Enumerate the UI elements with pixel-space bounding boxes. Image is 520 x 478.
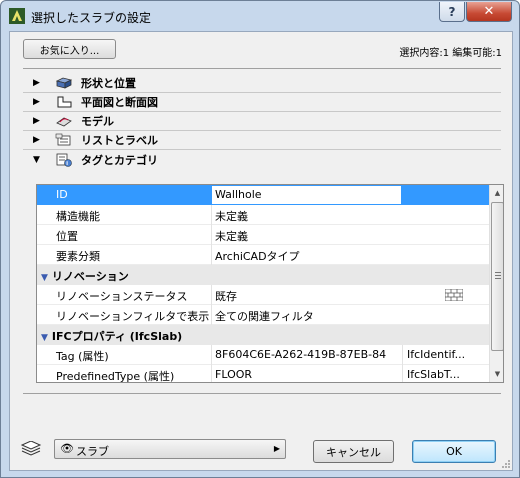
panel-label: リストとラベル	[81, 134, 158, 147]
brick-pattern-icon	[445, 289, 463, 301]
grid-group-renovation[interactable]: ▼ リノベーション	[37, 265, 489, 285]
property-value[interactable]: Wallhole	[215, 188, 262, 201]
dropdown-arrow-icon: ▶	[273, 444, 280, 453]
group-label: リノベーション	[51, 270, 129, 283]
property-name: 構造機能	[56, 210, 100, 223]
panel-label: 平面図と断面図	[81, 96, 158, 109]
column-divider	[211, 285, 212, 305]
property-value[interactable]: 既存	[215, 288, 237, 304]
property-value[interactable]: FLOOR	[215, 368, 252, 381]
archicad-app-icon	[9, 8, 25, 24]
grid-row-position[interactable]: 位置 未定義	[37, 225, 489, 245]
panel-header-model[interactable]: ▶ モデル	[23, 112, 501, 131]
divider	[23, 393, 501, 394]
property-type: IfcIdentif...	[407, 348, 466, 361]
panel-header-list-label[interactable]: ▶ リストとラベル	[23, 131, 501, 150]
resize-grip-icon[interactable]	[501, 459, 511, 469]
panel-header-tag-category[interactable]: ▼ i タグとカテゴリ	[23, 150, 501, 169]
dialog-client-area: お気に入り... 選択内容:1 編集可能:1 ▶ 形状と位置 ▶ 平面図と断面図…	[9, 31, 513, 471]
property-value[interactable]: 8F604C6E-A262-419B-87EB-84	[215, 348, 386, 361]
scroll-up-arrow-icon[interactable]: ▲	[490, 185, 503, 201]
scrollbar-thumb[interactable]	[491, 202, 503, 351]
expanded-triangle-icon: ▼	[41, 273, 48, 283]
property-name: ID	[56, 188, 68, 201]
grid-row-predefined-type[interactable]: PredefinedType (属性) FLOOR IfcSlabT...	[37, 365, 489, 383]
property-value[interactable]: 未定義	[215, 228, 248, 244]
group-header: ▼ リノベーション	[41, 268, 129, 284]
collapsed-arrow-icon: ▶	[33, 116, 40, 126]
property-name: 要素分類	[56, 250, 100, 263]
scroll-down-arrow-icon[interactable]: ▼	[490, 366, 503, 382]
grid-row-element-classification[interactable]: 要素分類 ArchiCADタイプ	[37, 245, 489, 265]
title-bar[interactable]: 選択したスラブの設定 ? ✕	[1, 1, 519, 31]
selection-info: 選択内容:1 編集可能:1	[399, 48, 502, 59]
list-label-icon	[53, 132, 75, 148]
scroll-grip-icon	[495, 272, 501, 279]
ok-button[interactable]: OK	[412, 440, 496, 463]
help-button[interactable]: ?	[439, 2, 465, 22]
group-header: ▼ IFCプロパティ (IfcSlab)	[41, 328, 182, 344]
column-divider	[211, 245, 212, 265]
eye-icon: 👁	[60, 442, 74, 455]
property-grid[interactable]: ID Wallhole 構造機能 未定義 位置 未定義 要素分類 ArchiCA…	[36, 184, 504, 383]
column-divider	[211, 345, 212, 365]
close-button[interactable]: ✕	[466, 2, 512, 22]
grid-row-renovation-status[interactable]: リノベーションステータス 既存	[37, 285, 489, 305]
svg-text:i: i	[66, 161, 68, 167]
vertical-scrollbar[interactable]: ▲ ▼	[489, 185, 503, 382]
grid-row-ifc-tag[interactable]: Tag (属性) 8F604C6E-A262-419B-87EB-84 IfcI…	[37, 345, 489, 365]
panel-label: モデル	[81, 115, 114, 128]
layer-select[interactable]: 👁 スラブ ▶	[54, 439, 286, 459]
tag-category-icon: i	[53, 152, 75, 168]
column-divider	[211, 205, 212, 225]
property-name: Tag (属性)	[56, 350, 109, 363]
property-value[interactable]: ArchiCADタイプ	[215, 248, 300, 264]
column-divider	[211, 305, 212, 325]
column-divider	[402, 345, 403, 365]
divider	[23, 68, 501, 69]
panel-header-shape-position[interactable]: ▶ 形状と位置	[23, 74, 501, 93]
model-icon	[53, 113, 75, 129]
property-name: PredefinedType (属性)	[56, 370, 175, 383]
column-divider	[211, 225, 212, 245]
grid-row-structural-function[interactable]: 構造機能 未定義	[37, 205, 489, 225]
cancel-button[interactable]: キャンセル	[313, 440, 394, 463]
property-value[interactable]: 全ての関連フィルタ	[215, 308, 314, 324]
column-divider	[402, 365, 403, 382]
group-label: IFCプロパティ (IfcSlab)	[51, 330, 183, 343]
layer-icon	[20, 441, 42, 456]
collapsed-arrow-icon: ▶	[33, 78, 40, 88]
property-value[interactable]: 未定義	[215, 208, 248, 224]
expanded-arrow-icon: ▼	[33, 154, 40, 165]
property-name: リノベーションステータス	[56, 290, 188, 303]
panel-header-plan-section[interactable]: ▶ 平面図と断面図	[23, 93, 501, 112]
grid-group-ifc-properties[interactable]: ▼ IFCプロパティ (IfcSlab)	[37, 325, 489, 345]
layer-value: スラブ	[76, 445, 109, 458]
property-type: IfcSlabT...	[407, 368, 460, 381]
favorites-button[interactable]: お気に入り...	[23, 39, 116, 59]
dialog-window: 選択したスラブの設定 ? ✕ お気に入り... 選択内容:1 編集可能:1 ▶ …	[0, 0, 520, 478]
property-name: 位置	[56, 230, 78, 243]
window-title: 選択したスラブの設定	[31, 11, 152, 25]
collapsed-arrow-icon: ▶	[33, 97, 40, 107]
column-divider	[211, 365, 212, 382]
slab-geometry-icon	[53, 75, 75, 91]
collapsed-arrow-icon: ▶	[33, 135, 40, 145]
panel-label: 形状と位置	[81, 77, 136, 90]
panel-label: タグとカテゴリ	[81, 153, 158, 167]
grid-row-renovation-filter[interactable]: リノベーションフィルタで表示 全ての関連フィルタ	[37, 305, 489, 325]
grid-row-id[interactable]: ID Wallhole	[37, 185, 489, 205]
floor-plan-section-icon	[53, 94, 75, 110]
expanded-triangle-icon: ▼	[41, 333, 48, 343]
property-name: リノベーションフィルタで表示	[56, 310, 210, 323]
